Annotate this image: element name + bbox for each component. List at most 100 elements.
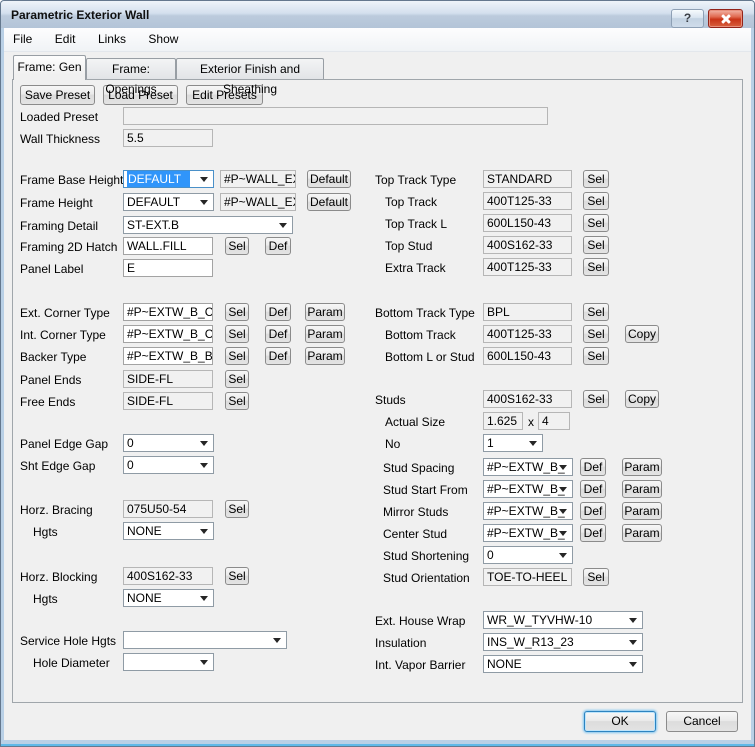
service-hole-hgts-combo[interactable]	[123, 631, 287, 649]
sht-edge-gap-combo[interactable]: 0	[123, 456, 214, 474]
frame-height-default-button[interactable]: Default	[307, 193, 351, 211]
ext-corner-type-field[interactable]: #P~EXTW_B_CO	[123, 303, 213, 321]
dropdown-arrow-icon[interactable]	[559, 531, 567, 536]
dropdown-arrow-icon[interactable]	[629, 640, 637, 645]
actual-size-width-field[interactable]: 1.625	[483, 412, 523, 430]
center-stud-combo[interactable]: #P~EXTW_B_	[483, 524, 573, 542]
top-track-l-field[interactable]: 600L150-43	[483, 214, 572, 232]
menu-file[interactable]: File	[4, 28, 41, 51]
top-track-type-field[interactable]: STANDARD	[483, 170, 572, 188]
stud-start-from-combo[interactable]: #P~EXTW_B_	[483, 480, 573, 498]
dropdown-arrow-icon[interactable]	[200, 441, 208, 446]
int-corner-type-field[interactable]: #P~EXTW_B_CO	[123, 325, 213, 343]
stud-start-from-def-button[interactable]: Def	[580, 480, 606, 498]
int-corner-type-sel-button[interactable]: Sel	[225, 325, 249, 343]
menu-links[interactable]: Links	[89, 28, 135, 51]
extra-track-field[interactable]: 400T125-33	[483, 258, 572, 276]
close-button[interactable]	[708, 9, 743, 28]
center-stud-param-button[interactable]: Param	[622, 524, 662, 542]
panel-ends-field[interactable]: SIDE-FL	[123, 370, 213, 388]
dropdown-arrow-icon[interactable]	[200, 529, 208, 534]
dropdown-arrow-icon[interactable]	[200, 177, 208, 182]
top-track-type-sel-button[interactable]: Sel	[583, 170, 609, 188]
top-track-sel-button[interactable]: Sel	[583, 192, 609, 210]
menu-edit[interactable]: Edit	[46, 28, 85, 51]
dropdown-arrow-icon[interactable]	[200, 200, 208, 205]
frame-base-height-default-button[interactable]: Default	[307, 170, 351, 188]
ext-corner-type-param-button[interactable]: Param	[305, 303, 345, 321]
extra-track-sel-button[interactable]: Sel	[583, 258, 609, 276]
no-combo[interactable]: 1	[483, 434, 543, 452]
dropdown-arrow-icon[interactable]	[529, 441, 537, 446]
frame-base-height-param-field[interactable]: #P~WALL_EX	[220, 170, 296, 188]
horz-bracing-sel-button[interactable]: Sel	[225, 500, 249, 518]
framing-detail-combo[interactable]: ST-EXT.B	[123, 216, 293, 234]
backer-type-field[interactable]: #P~EXTW_B_BA	[123, 347, 213, 365]
title-bar[interactable]: Parametric Exterior Wall ?	[1, 1, 754, 28]
framing-2d-hatch-sel-button[interactable]: Sel	[225, 237, 249, 255]
horz-blocking-sel-button[interactable]: Sel	[225, 567, 249, 585]
ext-corner-type-def-button[interactable]: Def	[265, 303, 291, 321]
actual-size-depth-field[interactable]: 4	[538, 412, 570, 430]
stud-spacing-param-button[interactable]: Param	[622, 458, 662, 476]
stud-orientation-sel-button[interactable]: Sel	[583, 568, 609, 586]
mirror-studs-def-button[interactable]: Def	[580, 502, 606, 520]
dropdown-arrow-icon[interactable]	[559, 465, 567, 470]
bracing-hgts-combo[interactable]: NONE	[123, 522, 214, 540]
frame-height-param-field[interactable]: #P~WALL_EX	[220, 193, 296, 211]
dropdown-arrow-icon[interactable]	[279, 223, 287, 228]
int-corner-type-def-button[interactable]: Def	[265, 325, 291, 343]
ok-button[interactable]: OK	[584, 711, 656, 732]
top-track-field[interactable]: 400T125-33	[483, 192, 572, 210]
dropdown-arrow-icon[interactable]	[559, 509, 567, 514]
bottom-track-type-sel-button[interactable]: Sel	[583, 303, 609, 321]
wall-thickness-field[interactable]: 5.5	[123, 129, 213, 147]
stud-spacing-combo[interactable]: #P~EXTW_B_	[483, 458, 573, 476]
ext-house-wrap-combo[interactable]: WR_W_TYVHW-10	[483, 611, 643, 629]
studs-sel-button[interactable]: Sel	[583, 390, 609, 408]
dropdown-arrow-icon[interactable]	[200, 660, 208, 665]
frame-base-height-combo[interactable]: DEFAULT	[123, 170, 214, 188]
studs-field[interactable]: 400S162-33	[483, 390, 572, 408]
blocking-hgts-combo[interactable]: NONE	[123, 589, 214, 607]
dropdown-arrow-icon[interactable]	[200, 596, 208, 601]
framing-2d-hatch-field[interactable]: WALL.FILL	[123, 237, 213, 255]
stud-shortening-combo[interactable]: 0	[483, 546, 573, 564]
bottom-track-type-field[interactable]: BPL	[483, 303, 572, 321]
dropdown-arrow-icon[interactable]	[559, 487, 567, 492]
stud-start-from-param-button[interactable]: Param	[622, 480, 662, 498]
top-stud-field[interactable]: 400S162-33	[483, 236, 572, 254]
hole-diameter-combo[interactable]	[123, 653, 214, 671]
help-button[interactable]: ?	[671, 9, 704, 28]
framing-2d-hatch-def-button[interactable]: Def	[265, 237, 291, 255]
dropdown-arrow-icon[interactable]	[629, 662, 637, 667]
horz-blocking-field[interactable]: 400S162-33	[123, 567, 213, 585]
top-stud-sel-button[interactable]: Sel	[583, 236, 609, 254]
bottom-l-or-stud-sel-button[interactable]: Sel	[583, 347, 609, 365]
stud-spacing-def-button[interactable]: Def	[580, 458, 606, 476]
bottom-track-field[interactable]: 400T125-33	[483, 325, 572, 343]
free-ends-sel-button[interactable]: Sel	[225, 392, 249, 410]
backer-type-sel-button[interactable]: Sel	[225, 347, 249, 365]
free-ends-field[interactable]: SIDE-FL	[123, 392, 213, 410]
bottom-track-copy-button[interactable]: Copy	[625, 325, 659, 343]
int-corner-type-param-button[interactable]: Param	[305, 325, 345, 343]
loaded-preset-field[interactable]	[123, 107, 548, 125]
menu-show[interactable]: Show	[139, 28, 187, 51]
tab-frame-gen[interactable]: Frame: Gen	[13, 55, 86, 80]
stud-orientation-field[interactable]: TOE-TO-HEEL	[483, 568, 572, 586]
int-vapor-barrier-combo[interactable]: NONE	[483, 655, 643, 673]
dropdown-arrow-icon[interactable]	[629, 618, 637, 623]
mirror-studs-combo[interactable]: #P~EXTW_B_	[483, 502, 573, 520]
backer-type-param-button[interactable]: Param	[305, 347, 345, 365]
bottom-track-sel-button[interactable]: Sel	[583, 325, 609, 343]
mirror-studs-param-button[interactable]: Param	[622, 502, 662, 520]
dropdown-arrow-icon[interactable]	[559, 553, 567, 558]
bottom-l-or-stud-field[interactable]: 600L150-43	[483, 347, 572, 365]
panel-edge-gap-combo[interactable]: 0	[123, 434, 214, 452]
dropdown-arrow-icon[interactable]	[200, 463, 208, 468]
insulation-combo[interactable]: INS_W_R13_23	[483, 633, 643, 651]
save-preset-button[interactable]: Save Preset	[20, 85, 95, 105]
backer-type-def-button[interactable]: Def	[265, 347, 291, 365]
tab-exterior-finish-and-sheathing[interactable]: Exterior Finish and Sheathing	[176, 58, 324, 79]
